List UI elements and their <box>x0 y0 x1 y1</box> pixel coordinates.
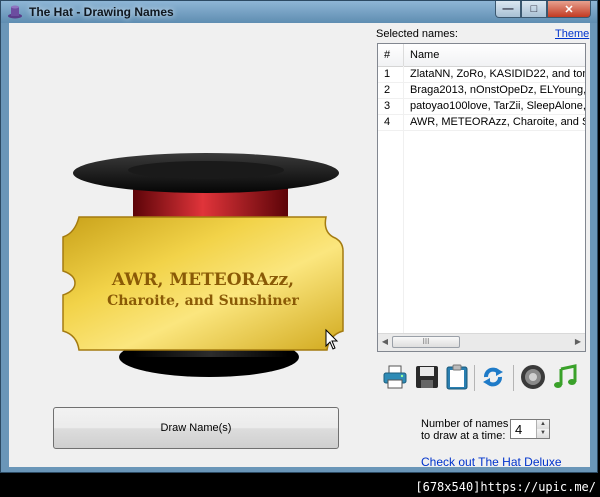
row-name: Braga2013, nOnstOpeDz, ELYoung, and T <box>410 84 586 96</box>
ticket-line-2: Charoite, and Sunshiner <box>107 293 299 309</box>
window-title: The Hat - Drawing Names <box>29 5 174 19</box>
minimize-button[interactable]: — <box>495 1 521 18</box>
row-number: 3 <box>384 100 391 112</box>
refresh-icon[interactable] <box>479 363 507 391</box>
music-icon[interactable] <box>551 363 579 391</box>
scroll-right-icon[interactable]: ▶ <box>572 336 584 348</box>
names-count-value[interactable]: 4 <box>515 422 522 437</box>
app-window: The Hat - Drawing Names — □ ✕ AWR, METEO… <box>0 0 598 473</box>
hat-illustration[interactable]: AWR, METEORAzz, Charoite, and Sunshiner <box>61 145 351 405</box>
list-header: # Name <box>378 44 585 67</box>
row-name: AWR, METEORAzz, Charoite, and Sunshi <box>410 116 585 128</box>
spin-down-icon[interactable]: ▼ <box>536 429 549 438</box>
speaker-icon[interactable] <box>519 363 547 391</box>
list-row[interactable]: 3 patoyao100love, TarZii, SleepAlone, an… <box>378 99 585 115</box>
ticket-line-1: AWR, METEORAzz, <box>111 270 294 290</box>
names-count-label: Number of names to draw at a time: <box>421 418 509 442</box>
list-row[interactable]: 1 ZlataNN, ZoRo, KASIDID22, and ton2799 <box>378 67 585 83</box>
scroll-left-icon[interactable]: ◀ <box>379 336 391 348</box>
row-number: 2 <box>384 84 391 96</box>
client-area: AWR, METEORAzz, Charoite, and Sunshiner … <box>9 23 590 467</box>
scroll-thumb[interactable]: III <box>392 336 460 348</box>
title-bar[interactable]: The Hat - Drawing Names — □ ✕ <box>1 1 597 23</box>
horizontal-scrollbar[interactable]: ◀ III ▶ <box>378 333 585 351</box>
print-icon[interactable] <box>381 363 409 391</box>
selected-names-list[interactable]: # Name 1 ZlataNN, ZoRo, KASIDID22, and t… <box>377 43 586 352</box>
column-header-name[interactable]: Name <box>410 49 439 61</box>
hat-top-opening <box>128 161 284 179</box>
list-row[interactable]: 4 AWR, METEORAzz, Charoite, and Sunshi <box>378 115 585 131</box>
theme-link[interactable]: Theme <box>555 28 589 40</box>
row-number: 4 <box>384 116 391 128</box>
list-row[interactable]: 2 Braga2013, nOnstOpeDz, ELYoung, and T <box>378 83 585 99</box>
selected-names-label: Selected names: <box>376 28 458 40</box>
row-number: 1 <box>384 68 391 80</box>
save-icon[interactable] <box>413 363 441 391</box>
maximize-button[interactable]: □ <box>521 1 547 18</box>
minimize-icon: — <box>502 3 514 15</box>
column-header-number[interactable]: # <box>384 49 390 61</box>
close-button[interactable]: ✕ <box>547 1 591 18</box>
draw-names-button[interactable]: Draw Name(s) <box>53 407 339 449</box>
clipboard-icon[interactable] <box>443 363 471 391</box>
names-count-stepper[interactable]: 4 ▲ ▼ <box>510 419 550 439</box>
deluxe-link[interactable]: Check out The Hat Deluxe <box>421 455 562 467</box>
maximize-icon: □ <box>530 3 538 15</box>
row-name: patoyao100love, TarZii, SleepAlone, and … <box>410 100 586 112</box>
row-name: ZlataNN, ZoRo, KASIDID22, and ton2799 <box>410 68 585 80</box>
close-icon: ✕ <box>564 3 574 16</box>
image-host-watermark: [678x540]https://upic.me/ <box>415 480 596 494</box>
hat-app-icon <box>8 5 22 19</box>
toolbar <box>377 363 586 393</box>
